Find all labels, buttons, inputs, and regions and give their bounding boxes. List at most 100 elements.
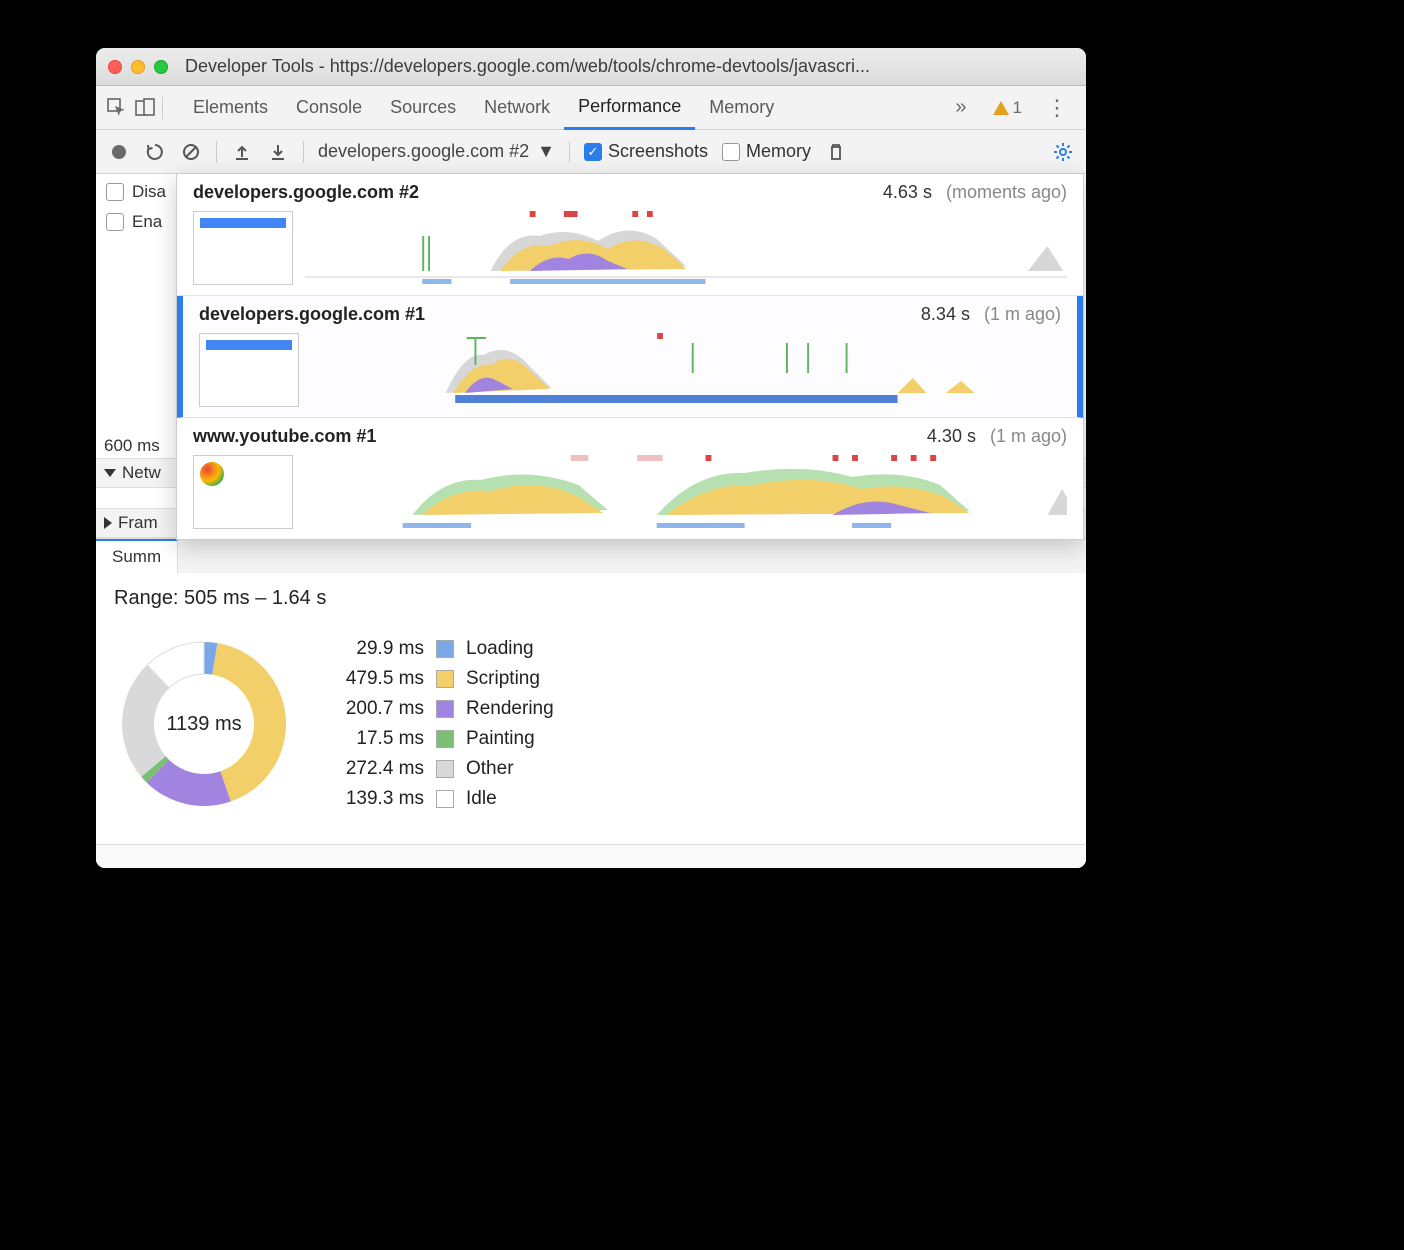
recording-timeline	[305, 455, 1067, 529]
legend-swatch	[436, 670, 454, 688]
legend-label: Loading	[466, 638, 534, 660]
recording-item[interactable]: www.youtube.com #1 4.30 s (1 m ago)	[177, 418, 1083, 539]
range-text: Range: 505 ms – 1.64 s	[96, 573, 1086, 624]
legend-value: 139.3 ms	[334, 788, 424, 810]
load-profile-button[interactable]	[231, 141, 253, 163]
chevron-down-icon: ▼	[537, 141, 555, 162]
minimize-window-button[interactable]	[131, 60, 145, 74]
reload-record-button[interactable]	[144, 141, 166, 163]
save-profile-button[interactable]	[267, 141, 289, 163]
recording-title: developers.google.com #2	[193, 182, 869, 203]
inspect-element-icon[interactable]	[106, 97, 128, 119]
close-window-button[interactable]	[108, 60, 122, 74]
legend-row: 272.4 ms Other	[334, 758, 554, 780]
legend-label: Painting	[466, 728, 535, 750]
window-controls	[108, 60, 168, 74]
checkbox-icon	[106, 213, 124, 231]
screenshots-label: Screenshots	[608, 141, 708, 162]
clear-button[interactable]	[180, 141, 202, 163]
recording-title: developers.google.com #1	[199, 304, 907, 325]
recording-duration: 4.30 s	[927, 426, 976, 447]
recording-time: (moments ago)	[946, 182, 1067, 203]
chevron-right-icon	[104, 517, 112, 529]
legend-swatch	[436, 700, 454, 718]
recording-time: (1 m ago)	[990, 426, 1067, 447]
tab-memory[interactable]: Memory	[695, 86, 788, 130]
donut-total: 1139 ms	[114, 634, 294, 814]
legend-row: 17.5 ms Painting	[334, 728, 554, 750]
legend-row: 29.9 ms Loading	[334, 638, 554, 660]
panel-tabs: Elements Console Sources Network Perform…	[179, 86, 939, 130]
memory-label: Memory	[746, 141, 811, 162]
devtools-tabstrip: Elements Console Sources Network Perform…	[96, 86, 1086, 130]
warning-count: 1	[1013, 98, 1022, 118]
legend-swatch	[436, 790, 454, 808]
warning-icon	[993, 101, 1009, 115]
legend-swatch	[436, 640, 454, 658]
recording-duration: 8.34 s	[921, 304, 970, 325]
settings-button[interactable]	[1052, 141, 1074, 163]
recording-timeline	[305, 211, 1067, 285]
menu-icon[interactable]: ⋮	[1038, 95, 1076, 121]
donut-chart: 1139 ms	[114, 634, 294, 814]
checkbox-icon	[722, 143, 740, 161]
legend-value: 29.9 ms	[334, 638, 424, 660]
recording-select-value: developers.google.com #2	[318, 141, 529, 162]
device-toggle-icon[interactable]	[134, 97, 156, 119]
legend-row: 139.3 ms Idle	[334, 788, 554, 810]
recording-title: www.youtube.com #1	[193, 426, 913, 447]
garbage-collect-button[interactable]	[825, 141, 847, 163]
memory-checkbox[interactable]: Memory	[722, 141, 811, 162]
tab-summary[interactable]: Summ	[96, 539, 178, 573]
maximize-window-button[interactable]	[154, 60, 168, 74]
more-tabs-icon[interactable]: »	[945, 96, 976, 119]
tab-sources[interactable]: Sources	[376, 86, 470, 130]
legend-swatch	[436, 760, 454, 778]
recording-select[interactable]: developers.google.com #2 ▼	[318, 141, 555, 162]
window-title: Developer Tools - https://developers.goo…	[185, 56, 870, 77]
divider	[216, 141, 217, 163]
tab-performance[interactable]: Performance	[564, 86, 695, 130]
legend-label: Idle	[466, 788, 497, 810]
enable-option[interactable]: Ena	[106, 212, 166, 232]
titlebar: Developer Tools - https://developers.goo…	[96, 48, 1086, 86]
checkbox-icon	[106, 183, 124, 201]
panel-footer	[96, 844, 1086, 868]
performance-toolbar: developers.google.com #2 ▼ Screenshots M…	[96, 130, 1086, 174]
recording-thumbnail	[193, 211, 293, 285]
legend-swatch	[436, 730, 454, 748]
divider	[569, 141, 570, 163]
legend-row: 479.5 msScripting	[334, 668, 554, 690]
legend-value: 17.5 ms	[334, 728, 424, 750]
recording-timeline	[311, 333, 1061, 407]
disable-js-option[interactable]: Disa	[106, 182, 166, 202]
tab-network[interactable]: Network	[470, 86, 564, 130]
legend-value: 272.4 ms	[334, 758, 424, 780]
recording-time: (1 m ago)	[984, 304, 1061, 325]
warnings-badge[interactable]: 1	[983, 98, 1032, 118]
legend-label: Other	[466, 758, 514, 780]
screenshots-checkbox[interactable]: Screenshots	[584, 141, 708, 162]
capture-options: Disa Ena	[96, 174, 176, 434]
legend-value: 200.7 ms	[334, 698, 424, 720]
devtools-window: Developer Tools - https://developers.goo…	[96, 48, 1086, 868]
network-section-label: Netw	[122, 463, 161, 483]
legend-row: 200.7 ms Rendering	[334, 698, 554, 720]
checkbox-icon	[584, 143, 602, 161]
record-button[interactable]	[108, 141, 130, 163]
recording-item[interactable]: developers.google.com #2 4.63 s (moments…	[177, 174, 1083, 296]
disable-js-label: Disa	[132, 182, 166, 202]
enable-label: Ena	[132, 212, 162, 232]
legend-label: Rendering	[466, 698, 554, 720]
divider	[162, 97, 163, 119]
chevron-down-icon	[104, 469, 116, 477]
legend: 29.9 ms Loading 479.5 msScripting 200.7 ms R…	[334, 638, 554, 810]
frames-section-label: Fram	[118, 513, 158, 533]
summary-chart: 1139 ms 29.9 msLoading479.5 msScripting2…	[96, 624, 1086, 844]
details-tabstrip: Summ	[96, 538, 1086, 573]
recording-thumbnail	[199, 333, 299, 407]
tab-elements[interactable]: Elements	[179, 86, 282, 130]
recording-item[interactable]: developers.google.com #1 8.34 s (1 m ago…	[177, 296, 1083, 418]
tab-console[interactable]: Console	[282, 86, 376, 130]
legend-value: 479.5 ms	[334, 668, 424, 690]
